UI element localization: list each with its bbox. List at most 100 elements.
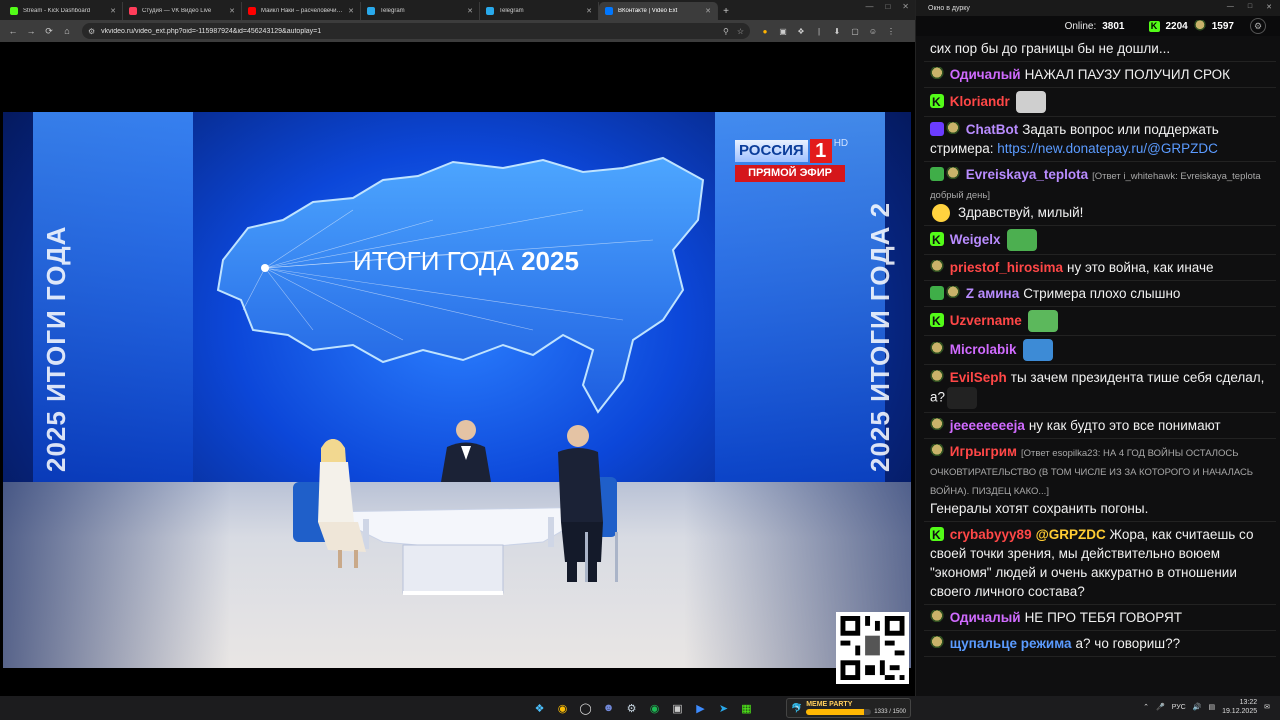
profile-icon[interactable]: ☺ <box>866 24 880 38</box>
chat-message: crybabyyy89@GRPZDC Жора, как считаешь со… <box>924 522 1276 606</box>
chevron-up-icon[interactable]: ⌃ <box>1143 703 1149 711</box>
new-tab-button[interactable]: + <box>718 2 734 20</box>
tab-close-icon[interactable]: ✕ <box>229 7 235 15</box>
close-icon[interactable]: ✕ <box>1266 3 1272 11</box>
minimize-icon[interactable]: — <box>865 2 873 11</box>
chat-username[interactable]: crybabyyy89 <box>950 527 1032 542</box>
app-icon[interactable]: ▣ <box>668 699 687 717</box>
address-bar[interactable]: ⚙ vkvideo.ru/video_ext.php?oid=-11598792… <box>82 23 750 39</box>
app-icon[interactable]: ▦ <box>737 699 756 717</box>
discord-icon[interactable]: ☻ <box>599 699 618 717</box>
tab-title: Telegram <box>499 8 524 14</box>
site-info-icon[interactable]: ⚙ <box>88 27 95 36</box>
mention[interactable]: @GRPZDC <box>1036 527 1106 542</box>
kick-badge-icon <box>930 312 944 331</box>
chat-message-text: Генералы хотят сохранить погоны. <box>930 501 1149 517</box>
chat-username[interactable]: Uzvername <box>950 313 1022 328</box>
chat-username[interactable]: Одичалый <box>950 67 1021 82</box>
obs-icon[interactable]: ◯ <box>576 699 595 717</box>
chat-message: EvilSeph ты зачем президента тише себя сд… <box>924 365 1276 414</box>
chat-username[interactable]: Microlabik <box>950 342 1017 357</box>
browser-tab[interactable]: ВКонтакте | Video Ext ✕ <box>599 2 718 20</box>
emote-icon <box>1027 310 1058 333</box>
extension-icon[interactable]: ● <box>758 24 772 38</box>
forward-icon[interactable]: → <box>22 22 40 40</box>
tab-close-icon[interactable]: ✕ <box>110 7 116 15</box>
chat-username[interactable]: ChatBot <box>966 122 1019 137</box>
settings-gear-icon[interactable]: ⚙ <box>1250 18 1266 34</box>
volume-icon[interactable]: 🔊 <box>1193 703 1202 711</box>
online-count: 3801 <box>1102 20 1125 32</box>
steam-icon[interactable]: ⚙ <box>622 699 641 717</box>
telegram-icon[interactable]: ➤ <box>714 699 733 717</box>
channel-logo: РОССИЯ 1 HD ПРЯМОЙ ЭФИР <box>735 138 849 182</box>
menu-icon[interactable]: ⋮ <box>884 24 898 38</box>
back-icon[interactable]: ← <box>4 22 22 40</box>
chat-message-text: ну как будто это все понимают <box>1028 418 1221 434</box>
pepe-badge-icon <box>930 342 944 356</box>
browser-tab[interactable]: Stream - Kick Dashboard ✕ <box>4 2 123 20</box>
extension-icon[interactable]: ▣ <box>776 24 790 38</box>
mic-icon[interactable]: 🎤 <box>1156 703 1165 711</box>
zoom-icon[interactable]: ⚲ <box>723 27 729 36</box>
extensions-puzzle-icon[interactable]: ❖ <box>794 24 808 38</box>
hd-badge: HD <box>833 138 849 149</box>
chat-message-text: сих пор бы до границы бы не дошли... <box>930 41 1171 56</box>
chat-message-list[interactable]: сих пор бы до границы бы не дошли... Оди… <box>924 36 1276 691</box>
vk-viewer-count: 1597 <box>1211 20 1234 32</box>
url-text[interactable]: vkvideo.ru/video_ext.php?oid=-115987924&… <box>101 28 715 35</box>
chat-link[interactable]: https://new.donatepay.ru/@GRPZDC <box>997 141 1218 156</box>
chat-username[interactable]: Z амина <box>966 286 1019 301</box>
chat-username[interactable]: Одичалый <box>950 610 1021 625</box>
browser-tab[interactable]: Майкл Наки – расчеловечива... ✕ <box>242 2 361 20</box>
video-player[interactable]: ИТОГИ ГОДА 2025 2025 ИТОГИ ГОДА 2025 ИТО… <box>0 42 915 696</box>
browser-tab[interactable]: Telegram ✕ <box>480 2 599 20</box>
chat-username[interactable]: Kloriandr <box>950 94 1010 109</box>
notifications-icon[interactable]: ✉ <box>1264 703 1270 711</box>
chat-message: Evreiskaya_teplota [Ответ i_whitehawk: Ev… <box>924 162 1276 227</box>
chat-username[interactable]: Evreiskaya_teplota <box>966 167 1088 182</box>
tab-close-icon[interactable]: ✕ <box>348 7 354 15</box>
bookmark-star-icon[interactable]: ☆ <box>737 27 744 36</box>
language-indicator[interactable]: РУС <box>1172 704 1186 711</box>
tab-close-icon[interactable]: ✕ <box>586 7 592 15</box>
network-icon[interactable]: ▤ <box>1208 703 1215 711</box>
meme-party-widget[interactable]: 🐬 MEME PARTY 1333 / 1500 <box>786 698 911 718</box>
pepe-badge-icon <box>930 67 944 81</box>
download-icon[interactable]: ⬇ <box>830 24 844 38</box>
browser-tab[interactable]: Студия — VK Видео Live ✕ <box>123 2 242 20</box>
windows-taskbar: ❖ ◉ ◯ ☻ ⚙ ◉ ▣ ▶ ➤ ▦ 🐬 MEME PARTY 1333 / … <box>0 696 1280 720</box>
start-icon[interactable]: ❖ <box>530 699 549 717</box>
russia-map-graphic <box>216 156 705 414</box>
chat-username[interactable]: EvilSeph <box>950 370 1007 385</box>
chat-username[interactable]: Weigelx <box>950 232 1001 247</box>
party-progress-fill <box>806 709 865 715</box>
bot-badge-icon <box>930 122 944 136</box>
headline-text: ИТОГИ ГОДА <box>353 246 514 276</box>
tab-close-icon[interactable]: ✕ <box>705 7 711 15</box>
minimize-icon[interactable]: — <box>1227 3 1234 11</box>
live-badge: ПРЯМОЙ ЭФИР <box>735 165 845 182</box>
chat-username[interactable]: Игрыгрим <box>950 444 1017 459</box>
favicon-icon <box>129 7 137 15</box>
media-icon[interactable]: ▶ <box>691 699 710 717</box>
close-icon[interactable]: ✕ <box>902 2 909 11</box>
chrome-icon[interactable]: ◉ <box>553 699 572 717</box>
tab-title: Telegram <box>380 8 405 14</box>
tab-close-icon[interactable]: ✕ <box>467 7 473 15</box>
chat-username[interactable]: jeeeeeeeeja <box>950 418 1025 433</box>
browser-tab[interactable]: Telegram ✕ <box>361 2 480 20</box>
spotify-icon[interactable]: ◉ <box>645 699 664 717</box>
chat-username[interactable]: priestof_hirosima <box>950 260 1063 275</box>
maximize-icon[interactable]: □ <box>885 2 890 11</box>
emote-icon <box>1015 91 1046 113</box>
pepe-badge-icon <box>930 260 944 275</box>
pepe-badge-icon <box>930 610 944 625</box>
clock[interactable]: 13:22 19.12.2025 <box>1222 698 1257 716</box>
maximize-icon[interactable]: □ <box>1248 3 1252 11</box>
chat-window-title: Окно в дурку <box>928 4 970 12</box>
home-icon[interactable]: ⌂ <box>58 22 76 40</box>
reload-icon[interactable]: ⟳ <box>40 22 58 40</box>
chat-username[interactable]: щупальце режима <box>950 636 1072 651</box>
sidepanel-icon[interactable]: ▢ <box>848 24 862 38</box>
